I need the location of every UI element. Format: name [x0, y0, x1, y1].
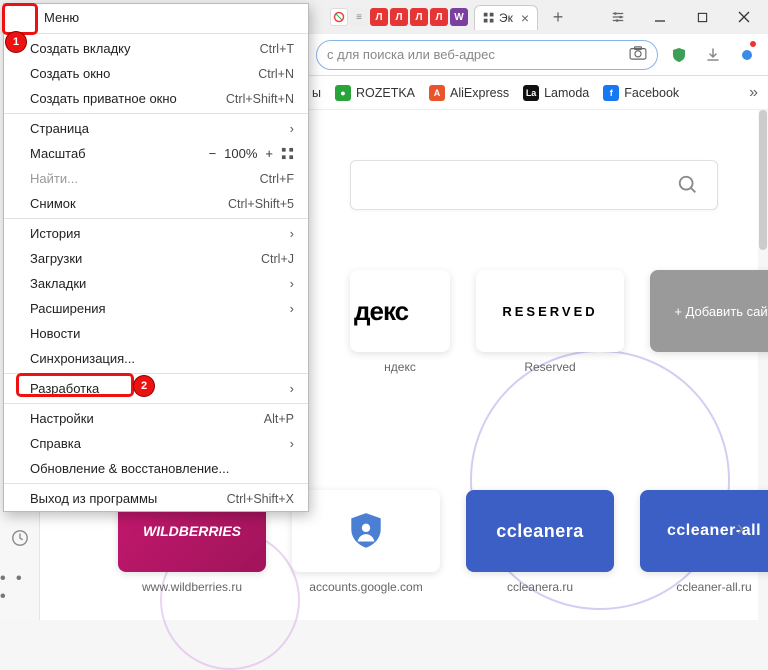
- active-tab[interactable]: Эк ×: [474, 5, 538, 30]
- menu-history[interactable]: История›: [4, 221, 308, 246]
- aliexpress-icon: A: [429, 85, 445, 101]
- sliders-icon: [611, 10, 625, 24]
- tile-ccleanera[interactable]: ccleanera: [466, 490, 614, 572]
- menu-new-tab[interactable]: Создать вкладкуCtrl+T: [4, 36, 308, 61]
- speed-dial-icon: [483, 12, 495, 24]
- search-icon: [677, 174, 699, 196]
- zoom-out-button[interactable]: −: [209, 146, 217, 161]
- chevron-right-icon: ›: [290, 436, 294, 451]
- window-controls: [598, 3, 768, 31]
- tab-label: Эк: [499, 11, 513, 25]
- lamoda-icon: La: [523, 85, 539, 101]
- downloads-button[interactable]: [700, 42, 726, 68]
- tile-label: ccleanera.ru: [507, 580, 573, 594]
- tab-icon[interactable]: Л: [390, 8, 408, 26]
- rozetka-icon: ●: [335, 85, 351, 101]
- bookmark-aliexpress[interactable]: AAliExpress: [429, 85, 509, 101]
- main-menu: Меню Создать вкладкуCtrl+T Создать окноC…: [3, 3, 309, 512]
- menu-developer[interactable]: Разработка›: [4, 376, 308, 401]
- menu-find[interactable]: Найти...Ctrl+F: [4, 166, 308, 191]
- update-indicator[interactable]: [734, 42, 760, 68]
- new-tab-button[interactable]: +: [546, 5, 570, 29]
- menu-title: Меню: [4, 4, 308, 31]
- tile-yandex[interactable]: декс: [350, 270, 450, 352]
- menu-downloads[interactable]: ЗагрузкиCtrl+J: [4, 246, 308, 271]
- close-button[interactable]: [724, 3, 764, 31]
- shield-icon: [671, 47, 687, 63]
- tile-google-accounts[interactable]: [292, 490, 440, 572]
- chevron-right-icon: ›: [290, 381, 294, 396]
- scrollbar[interactable]: [759, 110, 767, 250]
- menu-page[interactable]: Страница›: [4, 116, 308, 141]
- tab-icon[interactable]: ≡: [350, 8, 368, 26]
- easy-setup-button[interactable]: [598, 3, 638, 31]
- zoom-value: 100%: [224, 146, 257, 161]
- chevron-right-icon: ›: [290, 301, 294, 316]
- tile-label: Reserved: [524, 360, 575, 374]
- zoom-in-button[interactable]: +: [265, 146, 273, 161]
- bookmarks-overflow[interactable]: »: [749, 84, 758, 102]
- history-sidebar-button[interactable]: [11, 529, 29, 552]
- scroll-right-button[interactable]: ›: [737, 515, 744, 541]
- tab-icon[interactable]: Л: [430, 8, 448, 26]
- menu-new-private-window[interactable]: Создать приватное окноCtrl+Shift+N: [4, 86, 308, 111]
- fullscreen-icon[interactable]: [281, 147, 294, 160]
- chevron-right-icon: ›: [290, 226, 294, 241]
- url-placeholder: с для поиска или веб-адрес: [327, 47, 495, 62]
- tile-label: accounts.google.com: [309, 580, 422, 594]
- menu-sync[interactable]: Синхронизация...: [4, 346, 308, 371]
- facebook-icon: f: [603, 85, 619, 101]
- menu-snapshot[interactable]: СнимокCtrl+Shift+5: [4, 191, 308, 216]
- clock-icon: [11, 529, 29, 547]
- menu-news[interactable]: Новости: [4, 321, 308, 346]
- search-box[interactable]: [350, 160, 718, 210]
- bookmark-facebook[interactable]: fFacebook: [603, 85, 679, 101]
- tab-strip: ≡ Л Л Л Л W Эк × +: [330, 5, 570, 30]
- tab-close-button[interactable]: ×: [521, 10, 529, 26]
- sidebar-settings[interactable]: • • •: [0, 570, 39, 606]
- menu-update-restore[interactable]: Обновление & восстановление...: [4, 456, 308, 481]
- minimize-button[interactable]: [640, 3, 680, 31]
- bookmark-lamoda[interactable]: LaLamoda: [523, 85, 589, 101]
- tile-label: www.wildberries.ru: [142, 580, 242, 594]
- google-shield-icon: [345, 510, 387, 552]
- tab-icon[interactable]: [330, 8, 348, 26]
- tab-icon[interactable]: Л: [370, 8, 388, 26]
- tile-ccleaner-all[interactable]: ccleaner-all: [640, 490, 768, 572]
- download-icon: [705, 47, 721, 63]
- bookmark-rozetka[interactable]: ●ROZETKA: [335, 85, 415, 101]
- menu-new-window[interactable]: Создать окноCtrl+N: [4, 61, 308, 86]
- annotation-badge-2: 2: [134, 376, 154, 396]
- tile-label: ccleaner-all.ru: [676, 580, 751, 594]
- tab-icon[interactable]: W: [450, 8, 468, 26]
- camera-icon[interactable]: [629, 46, 647, 63]
- tile-add-site[interactable]: + Добавить сайт: [650, 270, 768, 352]
- menu-bookmarks[interactable]: Закладки›: [4, 271, 308, 296]
- chevron-right-icon: ›: [290, 121, 294, 136]
- menu-extensions[interactable]: Расширения›: [4, 296, 308, 321]
- tile-reserved[interactable]: RESERVED: [476, 270, 624, 352]
- tab-icon[interactable]: Л: [410, 8, 428, 26]
- vpn-button[interactable]: [666, 42, 692, 68]
- annotation-badge-1: 1: [6, 32, 26, 52]
- menu-exit[interactable]: Выход из программыCtrl+Shift+X: [4, 486, 308, 511]
- tile-label: ндекс: [384, 360, 416, 374]
- bookmark-item[interactable]: ы: [312, 86, 321, 100]
- menu-settings[interactable]: НастройкиAlt+P: [4, 406, 308, 431]
- menu-zoom[interactable]: Масштаб − 100% +: [4, 141, 308, 166]
- chevron-right-icon: ›: [290, 276, 294, 291]
- maximize-button[interactable]: [682, 3, 722, 31]
- address-bar[interactable]: с для поиска или веб-адрес: [316, 40, 658, 70]
- menu-help[interactable]: Справка›: [4, 431, 308, 456]
